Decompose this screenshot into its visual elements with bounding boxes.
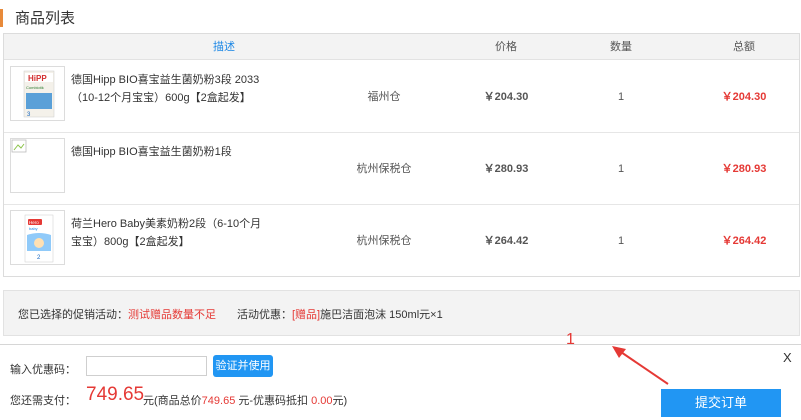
verify-coupon-button[interactable]: 验证并使用 (213, 355, 273, 377)
pay-detail-suffix: 元) (332, 395, 348, 407)
svg-text:Hero: Hero (29, 220, 39, 225)
unit-price: ￥280.93 (483, 163, 529, 175)
table-row: HiPP Combiotik 3 德国Hipp BIO喜宝益生菌奶粉3段 203… (4, 61, 799, 133)
table-row: 德国Hipp BIO喜宝益生菌奶粉1段 杭州保税仓 ￥280.93 1 ￥280… (4, 133, 799, 205)
table-header: 描述 价格 数量 总额 (4, 34, 799, 60)
promotion-discount: 活动优惠：[赠品]施巴洁面泡沫 150ml元×1 (237, 306, 443, 322)
product-image-hero-baby[interactable]: Hero baby 2 (10, 210, 65, 265)
checkout-panel: 输入优惠码： 验证并使用 您还需支付： 749.65 元(商品总价749.65 … (0, 344, 801, 420)
product-name[interactable]: 德国Hipp BIO喜宝益生菌奶粉3段 2033（10-12个月宝宝）600g【… (71, 71, 266, 107)
quantity: 1 (617, 235, 625, 247)
unit-price: ￥204.30 (483, 91, 529, 103)
header-desc: 描述 (213, 41, 235, 53)
discount-label: 活动优惠： (237, 309, 292, 321)
product-image-hipp-3[interactable]: HiPP Combiotik 3 (10, 66, 65, 121)
quantity: 1 (617, 163, 625, 175)
title-accent-bar (0, 9, 3, 27)
pay-detail-mid: 元-优惠码抵扣 (235, 395, 312, 407)
row-total: ￥280.93 (721, 163, 767, 175)
promotion-bar: 您已选择的促销活动：测试赠品数量不足 活动优惠：[赠品]施巴洁面泡沫 150ml… (3, 290, 800, 336)
warehouse: 杭州保税仓 (356, 235, 412, 247)
pay-detail-prefix: 元(商品总价 (143, 395, 202, 407)
header-price: 价格 (495, 41, 517, 53)
goods-total: 749.65 (201, 395, 236, 407)
svg-text:baby: baby (29, 226, 38, 231)
page-title: 商品列表 (15, 10, 76, 27)
coupon-deduct: 0.00 (311, 395, 333, 407)
table-row: Hero baby 2 荷兰Hero Baby美素奶粉2段（6-10个月宝宝）8… (4, 205, 799, 277)
unit-price: ￥264.42 (483, 235, 529, 247)
warehouse: 杭州保税仓 (356, 163, 412, 175)
warehouse: 福州仓 (367, 91, 401, 103)
product-image-hipp-1[interactable] (10, 138, 65, 193)
page-header: 商品列表 (0, 0, 801, 34)
header-qty: 数量 (610, 41, 632, 53)
pay-amount: 749.65 (86, 384, 145, 405)
coupon-input[interactable] (86, 356, 207, 376)
discount-value: 施巴洁面泡沫 150ml元×1 (320, 309, 443, 321)
pay-label: 您还需支付： (10, 395, 76, 407)
header-total: 总额 (733, 41, 755, 53)
row-total: ￥204.30 (721, 91, 767, 103)
annotation-number: 1 (566, 331, 575, 348)
row-total: ￥264.42 (721, 235, 767, 247)
product-name[interactable]: 德国Hipp BIO喜宝益生菌奶粉1段 (71, 143, 266, 161)
svg-text:HiPP: HiPP (28, 74, 47, 83)
coupon-label: 输入优惠码： (10, 364, 76, 376)
selected-promotion: 您已选择的促销活动：测试赠品数量不足 (18, 306, 216, 322)
selected-promotion-label: 您已选择的促销活动： (18, 309, 128, 321)
pay-breakdown: 元(商品总价749.65 元-优惠码抵扣 0.00元) (143, 392, 347, 408)
close-icon[interactable]: X (783, 350, 792, 365)
product-table: 描述 价格 数量 总额 HiPP Combiotik 3 德国Hipp BIO喜… (3, 33, 800, 277)
annotation-arrow-icon (612, 346, 669, 385)
svg-text:Combiotik: Combiotik (26, 85, 44, 90)
selected-promotion-value[interactable]: 测试赠品数量不足 (128, 309, 216, 321)
gift-tag: [赠品] (292, 309, 321, 321)
quantity: 1 (617, 91, 625, 103)
product-name[interactable]: 荷兰Hero Baby美素奶粉2段（6-10个月宝宝）800g【2盒起发】 (71, 215, 266, 251)
